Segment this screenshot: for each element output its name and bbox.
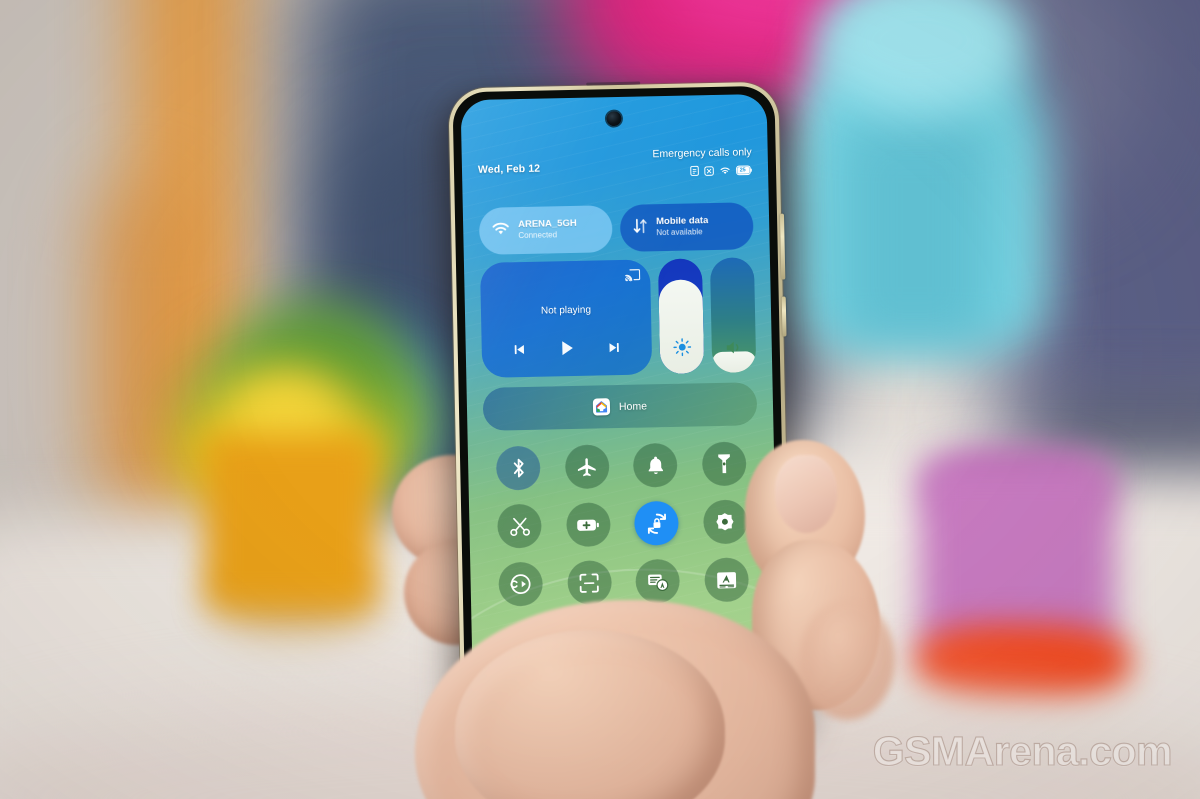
- rotate-lock-icon: [645, 512, 668, 535]
- knuckle: [800, 600, 895, 720]
- media-and-sliders-row: Not playing: [479, 257, 757, 378]
- bell-icon: [646, 455, 665, 476]
- tile-settings[interactable]: [702, 499, 748, 545]
- tile-font-size[interactable]: [703, 557, 749, 603]
- tile-ringer[interactable]: [633, 442, 678, 488]
- home-controls-label: Home: [618, 399, 648, 413]
- battery-icon: 25: [736, 164, 752, 175]
- volume-icon: [725, 339, 743, 360]
- vibrate-off-icon: [704, 165, 714, 176]
- play-icon[interactable]: [557, 338, 578, 363]
- wifi-icon: [719, 165, 731, 175]
- mobile-data-status: Not available: [656, 227, 703, 238]
- gsmarena-watermark: GSMArena.com: [872, 727, 1173, 774]
- wifi-icon: [491, 221, 510, 241]
- power-button[interactable]: [781, 296, 787, 337]
- earpiece-speaker: [586, 81, 641, 86]
- sim-card-icon: [690, 165, 699, 176]
- media-player-tile[interactable]: Not playing: [479, 259, 653, 378]
- text-size-icon: [715, 570, 737, 589]
- scissors-icon: [509, 515, 530, 536]
- tile-airplane[interactable]: [564, 444, 610, 490]
- qr-scan-icon: [579, 572, 600, 593]
- tile-live-translate[interactable]: [635, 558, 681, 604]
- tile-bluetooth[interactable]: [496, 445, 541, 491]
- mobile-data-tile[interactable]: Mobile data Not available: [619, 202, 754, 252]
- photo-scene: Wed, Feb 12 Emergency calls only 25 AREN…: [0, 0, 1200, 799]
- wifi-tile[interactable]: ARENA_5GH Connected: [478, 205, 613, 255]
- battery-plus-icon: [577, 517, 600, 532]
- brightness-icon: [672, 337, 691, 361]
- bluetooth-icon: [509, 457, 528, 479]
- skip-next-icon[interactable]: [607, 339, 622, 359]
- tile-live-caption[interactable]: [498, 561, 544, 607]
- status-icons: 25: [653, 164, 752, 177]
- volume-slider[interactable]: [709, 257, 757, 374]
- wifi-status: Connected: [518, 230, 558, 241]
- cast-icon[interactable]: [622, 269, 641, 287]
- media-controls: [482, 336, 652, 365]
- tile-battery-saver[interactable]: [565, 502, 611, 548]
- tile-auto-rotate[interactable]: [634, 500, 680, 546]
- media-status-label: Not playing: [540, 304, 592, 317]
- quick-toggle-grid: [484, 441, 761, 607]
- status-bar: Wed, Feb 12 Emergency calls only 25: [478, 146, 753, 181]
- tile-flashlight[interactable]: [701, 441, 747, 487]
- tile-screenshot[interactable]: [497, 503, 543, 549]
- flashlight-icon: [716, 453, 732, 475]
- tile-qr-scanner[interactable]: [566, 560, 612, 606]
- connectivity-row: ARENA_5GH Connected Mobile data Not avai…: [478, 202, 754, 255]
- battery-percent-label: 25: [739, 166, 746, 173]
- brightness-slider[interactable]: [657, 258, 705, 375]
- home-controls-tile[interactable]: Home: [482, 382, 758, 431]
- data-arrows-icon: [632, 217, 648, 239]
- skip-previous-icon[interactable]: [512, 341, 527, 361]
- fingernail: [775, 455, 837, 533]
- google-home-icon: [592, 398, 611, 416]
- translate-card-icon: [647, 571, 669, 592]
- gear-icon: [714, 511, 735, 532]
- caption-sync-icon: [510, 573, 532, 595]
- airplane-icon: [576, 456, 597, 477]
- carrier-label: Emergency calls only: [652, 146, 752, 161]
- status-date: Wed, Feb 12: [477, 162, 541, 176]
